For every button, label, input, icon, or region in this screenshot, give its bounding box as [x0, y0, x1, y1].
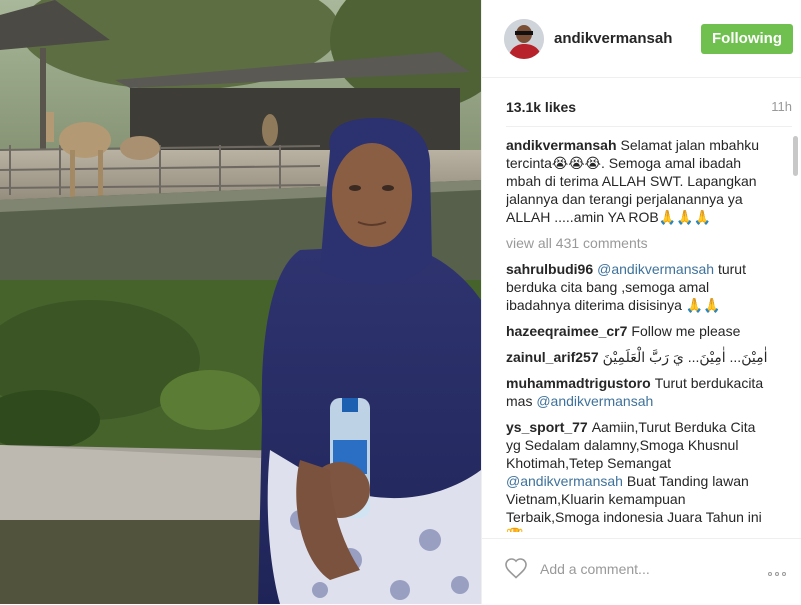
- list-item: zainul_arif257 اٰمِيْنَ... اٰمِيْنَ... يَ…: [506, 348, 774, 366]
- comment-username[interactable]: muhammadtrigustoro: [506, 375, 651, 391]
- header-username[interactable]: andikvermansah: [554, 30, 672, 47]
- likes-row: 13.1k likes 11h: [506, 99, 792, 117]
- more-options-icon[interactable]: [768, 563, 796, 576]
- heart-icon[interactable]: [504, 557, 530, 581]
- add-comment-input[interactable]: [540, 556, 730, 582]
- comment-mention[interactable]: @andikvermansah: [536, 393, 653, 409]
- caption-username[interactable]: andikvermansah: [506, 137, 617, 153]
- list-item: sahrulbudi96 @andikvermansah turut berduk…: [506, 260, 774, 314]
- comments-scrollbar[interactable]: [793, 136, 798, 532]
- comment-username[interactable]: ys_sport_77: [506, 419, 588, 435]
- post-side-panel: andikvermansah Following 13.1k likes 11h…: [481, 0, 801, 604]
- caption: andikvermansah Selamat jalan mbahku terci…: [506, 136, 774, 226]
- photo-illustration: [0, 0, 481, 604]
- comment-text: Follow me please: [631, 323, 741, 339]
- post-photo[interactable]: [0, 0, 481, 604]
- crying-emoji: 😭😭😭: [551, 155, 601, 171]
- comment-username[interactable]: sahrulbudi96: [506, 261, 593, 277]
- avatar[interactable]: [504, 19, 544, 59]
- post-header: andikvermansah Following: [482, 0, 801, 78]
- comments-list[interactable]: andikvermansah Selamat jalan mbahku terci…: [506, 136, 774, 532]
- divider: [506, 126, 792, 127]
- comment-mention[interactable]: @andikvermansah: [597, 261, 714, 277]
- praying-emoji: 🙏🙏: [685, 297, 721, 313]
- comment-username[interactable]: zainul_arif257: [506, 349, 599, 365]
- comment-mention[interactable]: @andikvermansah: [506, 473, 623, 489]
- list-item: ys_sport_77 Aamiin,Turut Berduka Cita yg …: [506, 418, 774, 532]
- praying-emoji: 🙏🙏🙏: [658, 209, 712, 225]
- post-time: 11h: [771, 99, 792, 114]
- likes-count[interactable]: 13.1k likes: [506, 99, 576, 115]
- instagram-post-view: andikvermansah Following 13.1k likes 11h…: [0, 0, 801, 604]
- comment-text: اٰمِيْنَ... اٰمِيْنَ... يَ رَبَّ الْعَلَ…: [602, 349, 768, 365]
- scrollbar-thumb[interactable]: [793, 136, 798, 176]
- list-item: muhammadtrigustoro Turut berdukacita mas …: [506, 374, 774, 410]
- comment-username[interactable]: hazeeqraimee_cr7: [506, 323, 627, 339]
- post-footer: [482, 538, 801, 605]
- following-button[interactable]: Following: [701, 24, 793, 54]
- view-all-comments-link[interactable]: view all 431 comments: [506, 234, 774, 252]
- list-item: hazeeqraimee_cr7 Follow me please: [506, 322, 774, 340]
- avatar-image: [504, 19, 544, 59]
- trophy-emoji: 🏆: [506, 528, 523, 532]
